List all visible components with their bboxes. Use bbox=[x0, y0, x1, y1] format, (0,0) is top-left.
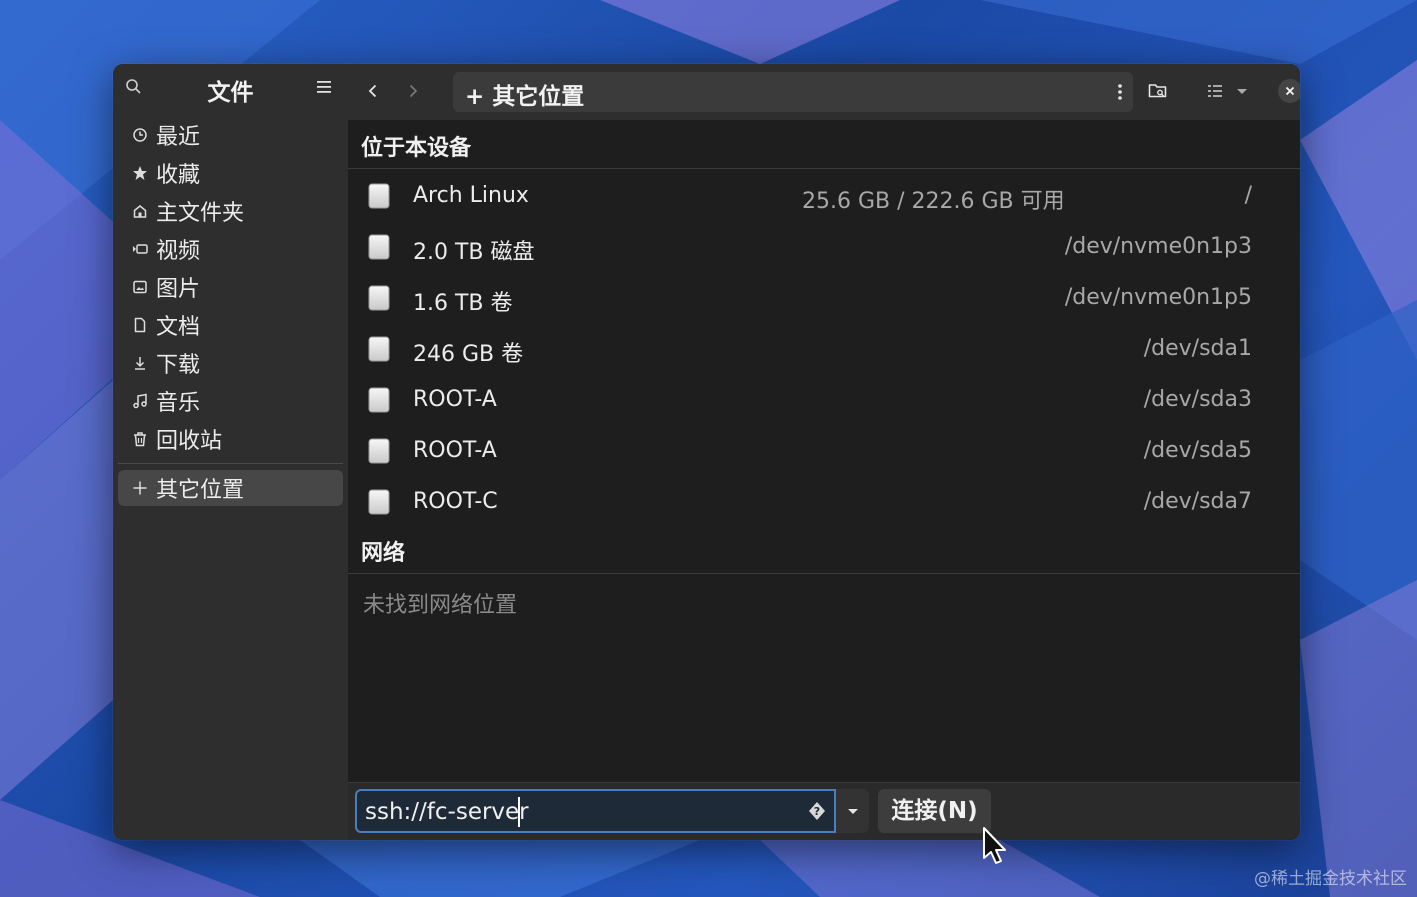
sidebar-item-label: 最近 bbox=[156, 125, 201, 150]
sidebar-item-other-locations[interactable]: 其它位置 bbox=[118, 470, 343, 506]
device-row[interactable]: 2.0 TB 磁盘/dev/nvme0n1p3 bbox=[348, 223, 1300, 274]
sidebar-item-label: 主文件夹 bbox=[156, 201, 245, 226]
device-name: ROOT-C bbox=[413, 489, 498, 514]
device-path: /dev/sda3 bbox=[1143, 387, 1252, 412]
device-path: /dev/sda1 bbox=[1143, 336, 1252, 361]
server-history-dropdown[interactable] bbox=[836, 789, 869, 833]
device-name: 1.6 TB 卷 bbox=[413, 291, 513, 316]
trash-icon bbox=[132, 431, 148, 447]
sidebar-list: 最近 收藏 主文件夹 视频 图片 文档 下载 音乐 回收站 其它位置 bbox=[118, 116, 343, 506]
download-icon bbox=[132, 355, 148, 371]
sidebar-header: 文件 bbox=[113, 64, 348, 112]
breadcrumb[interactable]: + 其它位置 bbox=[465, 77, 584, 111]
sidebar-separator bbox=[118, 463, 343, 464]
server-address-value: ssh://fc-server bbox=[365, 799, 529, 825]
device-path: /dev/sda5 bbox=[1143, 438, 1252, 463]
watermark: @稀土掘金技术社区 bbox=[1254, 869, 1407, 889]
device-path: / bbox=[1244, 183, 1252, 208]
device-row[interactable]: ROOT-C/dev/sda7 bbox=[348, 478, 1300, 529]
close-icon bbox=[1285, 86, 1295, 96]
path-bar[interactable]: + 其它位置 bbox=[453, 72, 1133, 112]
back-button[interactable] bbox=[360, 78, 386, 104]
device-path: /dev/sda7 bbox=[1143, 489, 1252, 514]
file-manager-window: 文件 最近 收藏 主文件夹 视频 图片 文档 下载 音乐 回收站 其它位置 + … bbox=[113, 64, 1300, 840]
divider bbox=[348, 573, 1300, 574]
close-button[interactable] bbox=[1278, 79, 1300, 103]
device-path: /dev/nvme0n1p5 bbox=[1064, 285, 1252, 310]
clock-icon bbox=[132, 127, 148, 143]
sidebar-item-label: 收藏 bbox=[156, 163, 201, 188]
document-icon bbox=[132, 317, 148, 333]
connect-bar: ssh://fc-server ? 连接(N) bbox=[348, 782, 1300, 840]
device-name: ROOT-A bbox=[413, 438, 497, 463]
sidebar-item-label: 下载 bbox=[156, 353, 201, 378]
help-icon[interactable]: ? bbox=[808, 801, 826, 821]
sidebar: 文件 最近 收藏 主文件夹 视频 图片 文档 下载 音乐 回收站 其它位置 bbox=[113, 64, 348, 840]
network-empty-message: 未找到网络位置 bbox=[363, 593, 518, 618]
sidebar-item-starred[interactable]: 收藏 bbox=[118, 154, 343, 192]
sidebar-item-documents[interactable]: 文档 bbox=[118, 306, 343, 344]
view-list-button[interactable] bbox=[1203, 78, 1229, 104]
sidebar-item-home[interactable]: 主文件夹 bbox=[118, 192, 343, 230]
drive-icon bbox=[368, 183, 390, 209]
server-address-input[interactable]: ssh://fc-server ? bbox=[355, 789, 836, 833]
sidebar-item-label: 文档 bbox=[156, 315, 201, 340]
sidebar-item-videos[interactable]: 视频 bbox=[118, 230, 343, 268]
chevron-left-icon bbox=[368, 84, 377, 98]
chevron-right-icon bbox=[409, 84, 418, 98]
connect-button[interactable]: 连接(N) bbox=[878, 789, 991, 833]
plus-icon bbox=[132, 480, 148, 496]
sidebar-item-label: 其它位置 bbox=[156, 478, 245, 503]
svg-text:?: ? bbox=[814, 805, 820, 818]
text-caret bbox=[518, 797, 520, 827]
sidebar-item-label: 图片 bbox=[156, 277, 201, 302]
sidebar-item-recent[interactable]: 最近 bbox=[118, 116, 343, 154]
star-icon bbox=[132, 165, 148, 181]
search-folder-button[interactable] bbox=[1145, 78, 1171, 104]
chevron-down-icon bbox=[1237, 89, 1247, 94]
sidebar-item-label: 视频 bbox=[156, 239, 201, 264]
section-title-local: 位于本设备 bbox=[361, 136, 472, 161]
section-title-network: 网络 bbox=[361, 541, 406, 566]
device-row[interactable]: ROOT-A/dev/sda5 bbox=[348, 427, 1300, 478]
sidebar-item-pictures[interactable]: 图片 bbox=[118, 268, 343, 306]
device-name: 246 GB 卷 bbox=[413, 342, 524, 367]
app-title: 文件 bbox=[207, 80, 254, 106]
mouse-pointer-icon bbox=[982, 826, 1010, 866]
device-name: Arch Linux bbox=[413, 183, 529, 208]
image-icon bbox=[132, 279, 148, 295]
kebab-menu-icon[interactable] bbox=[1117, 83, 1123, 101]
device-row[interactable]: ROOT-A/dev/sda3 bbox=[348, 376, 1300, 427]
drive-icon bbox=[368, 387, 390, 413]
device-usage: 25.6 GB / 222.6 GB 可用 bbox=[802, 189, 1065, 214]
drive-icon bbox=[368, 234, 390, 260]
hamburger-menu-icon[interactable] bbox=[316, 79, 334, 95]
drive-icon bbox=[368, 489, 390, 515]
drive-icon bbox=[368, 285, 390, 311]
chevron-down-icon bbox=[847, 809, 858, 814]
folder-search-icon bbox=[1148, 84, 1167, 98]
device-name: ROOT-A bbox=[413, 387, 497, 412]
sidebar-item-label: 音乐 bbox=[156, 391, 201, 416]
sidebar-item-trash[interactable]: 回收站 bbox=[118, 420, 343, 458]
header-bar: + 其它位置 bbox=[348, 64, 1300, 120]
device-name: 2.0 TB 磁盘 bbox=[413, 240, 535, 265]
main-pane: + 其它位置 位于本设备 Arch Linux 25.6 GB / 222.6 G… bbox=[348, 64, 1300, 840]
sidebar-item-downloads[interactable]: 下载 bbox=[118, 344, 343, 382]
home-icon bbox=[132, 203, 148, 219]
forward-button[interactable] bbox=[400, 78, 426, 104]
sidebar-item-label: 回收站 bbox=[156, 429, 223, 454]
sidebar-item-music[interactable]: 音乐 bbox=[118, 382, 343, 420]
device-row[interactable]: 1.6 TB 卷/dev/nvme0n1p5 bbox=[348, 274, 1300, 325]
list-view-icon bbox=[1208, 85, 1222, 97]
music-icon bbox=[132, 393, 148, 409]
divider bbox=[348, 168, 1300, 169]
device-row[interactable]: Arch Linux 25.6 GB / 222.6 GB 可用 / bbox=[348, 172, 1300, 223]
drive-icon bbox=[368, 336, 390, 362]
view-options-button[interactable] bbox=[1229, 78, 1255, 104]
video-icon bbox=[132, 241, 148, 257]
drive-icon bbox=[368, 438, 390, 464]
device-path: /dev/nvme0n1p3 bbox=[1064, 234, 1252, 259]
device-row[interactable]: 246 GB 卷/dev/sda1 bbox=[348, 325, 1300, 376]
